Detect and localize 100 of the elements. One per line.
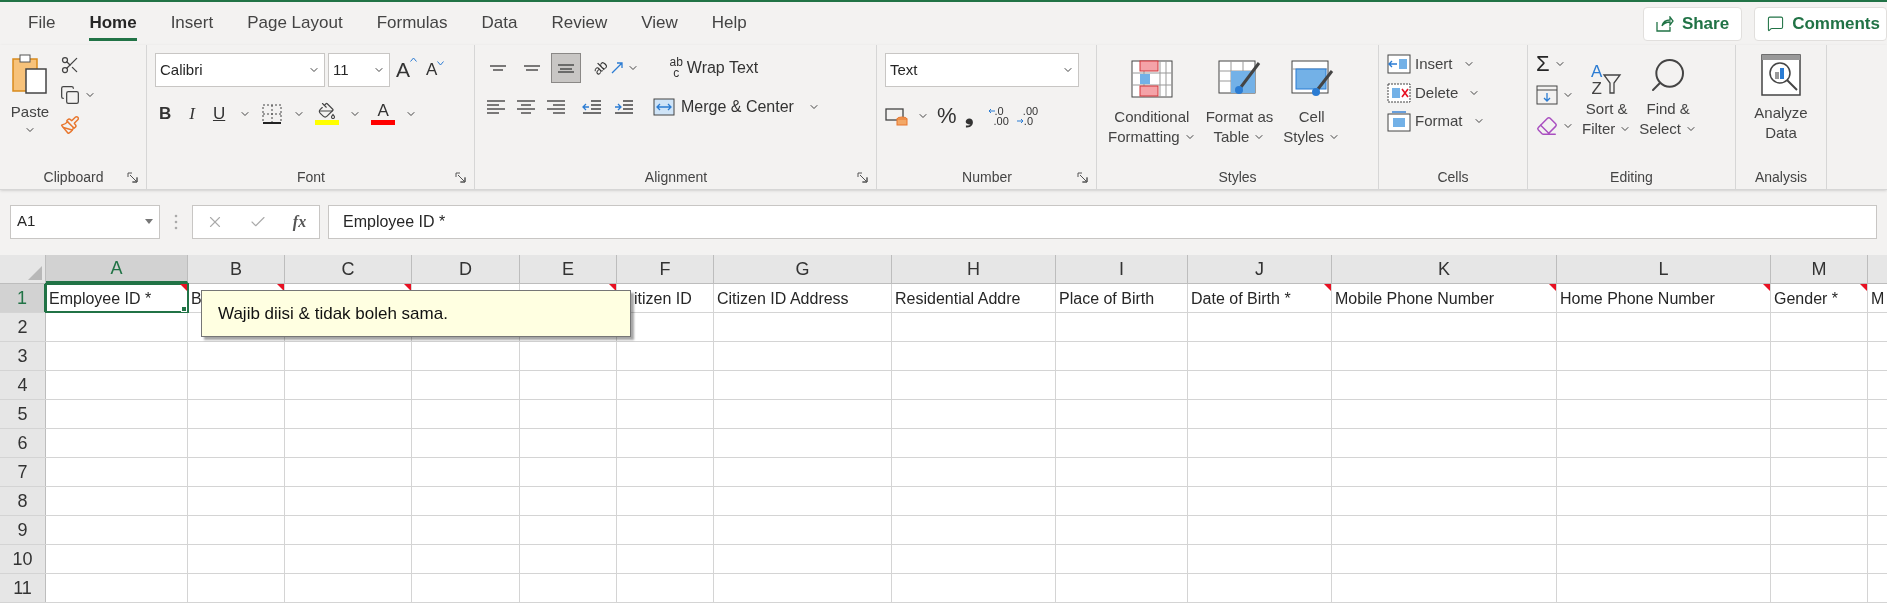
shrink-font-button[interactable]: A — [423, 57, 448, 83]
formula-field[interactable]: Employee ID * — [328, 204, 1877, 239]
styles-button[interactable]: Cell Styles — [1280, 57, 1344, 147]
vertical-align-button[interactable] — [551, 53, 581, 83]
row-header[interactable]: 4 — [0, 371, 46, 399]
column-header[interactable]: E — [520, 255, 617, 283]
number-format-field[interactable]: Text — [885, 53, 1079, 87]
row-header[interactable]: 2 — [0, 313, 46, 341]
column-header[interactable]: D — [412, 255, 520, 283]
group-label: Editing — [1610, 167, 1653, 187]
group-label: Cells — [1437, 167, 1469, 187]
table-cell-text: itizen ID — [634, 289, 692, 309]
cells-button[interactable]: Insert — [1387, 53, 1485, 76]
percent-button[interactable]: % — [937, 99, 957, 132]
column-header[interactable]: G — [714, 255, 892, 283]
borders-icon[interactable] — [261, 102, 284, 125]
column-header[interactable]: A — [46, 255, 188, 283]
clipboard-icon — [10, 53, 50, 95]
italic-button[interactable]: I — [185, 101, 199, 127]
fill-color-button[interactable] — [315, 102, 340, 126]
decrease-indent-icon[interactable] — [581, 98, 603, 116]
column-header[interactable]: F — [617, 255, 714, 283]
accounting-format-icon[interactable] — [885, 105, 909, 126]
font-color-button[interactable]: A — [371, 102, 396, 126]
analyze-data-button[interactable]: Analyze Data — [1744, 53, 1818, 143]
cells-button[interactable]: Delete — [1387, 81, 1485, 104]
column-header[interactable]: H — [892, 255, 1056, 283]
row-header[interactable]: 1 — [0, 284, 46, 312]
styles-button[interactable]: Conditional Formatting — [1105, 57, 1199, 147]
table-cell-text: B — [191, 289, 202, 309]
column-header[interactable]: J — [1188, 255, 1332, 283]
find-select-button[interactable]: Find & Select — [1639, 53, 1698, 139]
sort-filter-button[interactable]: A Z Sort & Filter — [1582, 53, 1632, 139]
conditional-formatting-icon — [1129, 57, 1174, 101]
insert-function-button[interactable]: fx — [292, 209, 307, 234]
row-header[interactable]: 7 — [0, 458, 46, 486]
table-cell-text: Citizen ID Address — [717, 289, 849, 309]
ribbon-tab[interactable]: Insert — [158, 5, 226, 42]
row-header[interactable]: 3 — [0, 342, 46, 370]
table-cell-text: Gender * — [1774, 289, 1839, 309]
comma-button[interactable]: ❟ — [964, 99, 974, 132]
ribbon-tab[interactable]: Data — [469, 5, 530, 42]
autosum-button[interactable]: Σ — [1536, 53, 1574, 75]
ribbon-tab[interactable]: Review — [539, 5, 620, 42]
bold-button[interactable]: B — [155, 101, 176, 127]
delete-cells-icon — [1387, 82, 1411, 103]
name-box[interactable]: A1 — [10, 204, 160, 239]
cells-button[interactable]: Format — [1387, 110, 1485, 133]
ribbon-tab[interactable]: Help — [699, 5, 759, 42]
table-cell-text: Home Phone Number — [1560, 289, 1715, 309]
comments-button[interactable]: Comments — [1754, 6, 1887, 41]
group-label: Number — [962, 167, 1012, 187]
dialog-launcher-icon[interactable] — [455, 171, 466, 183]
funnel-icon — [1602, 71, 1623, 97]
ribbon-tab[interactable]: Page Layout — [235, 5, 355, 42]
font-size-field[interactable]: 11 — [328, 53, 390, 87]
paste-button[interactable]: Paste — [8, 53, 52, 136]
ribbon-tab[interactable]: View — [629, 5, 690, 42]
ribbon-tab[interactable]: Formulas — [364, 5, 460, 42]
styles-button[interactable]: Format as Table — [1202, 57, 1277, 147]
row-header[interactable]: 6 — [0, 429, 46, 457]
dialog-launcher-icon[interactable] — [127, 171, 138, 183]
font-name-field[interactable]: Calibri — [155, 53, 325, 87]
up-caret-icon — [410, 57, 417, 63]
merge-center-button[interactable]: Merge & Center — [653, 95, 820, 119]
increase-indent-icon[interactable] — [613, 98, 635, 116]
eraser-icon[interactable] — [1536, 115, 1558, 137]
ribbon-tab[interactable]: Home — [77, 5, 149, 42]
align-icon — [517, 100, 535, 114]
ribbon-tab[interactable]: File — [16, 5, 68, 42]
increase-decimal-button[interactable]: .0 .00 — [987, 105, 1009, 126]
table-cell-text: M — [1871, 289, 1885, 309]
column-header[interactable]: B — [188, 255, 285, 283]
row-header[interactable]: 9 — [0, 516, 46, 544]
group-label: Analysis — [1754, 167, 1808, 187]
dialog-launcher-icon[interactable] — [1077, 171, 1088, 183]
table-cell-text: Mobile Phone Number — [1335, 289, 1495, 309]
fill-down-icon[interactable] — [1536, 85, 1558, 105]
column-header[interactable]: M — [1771, 255, 1868, 283]
row-header[interactable]: 5 — [0, 400, 46, 428]
cut-icon[interactable] — [60, 55, 80, 75]
decrease-decimal-button[interactable]: .00 .0 — [1016, 105, 1039, 126]
right-arrow-icon — [1016, 117, 1024, 124]
row-header[interactable]: 11 — [0, 574, 46, 602]
underline-button[interactable]: U — [208, 101, 230, 127]
row-header[interactable]: 10 — [0, 545, 46, 573]
share-button[interactable]: Share — [1642, 6, 1743, 41]
column-header[interactable]: C — [285, 255, 412, 283]
grow-font-button[interactable]: A — [393, 54, 420, 86]
format-painter-icon[interactable] — [60, 115, 80, 135]
dialog-launcher-icon[interactable] — [857, 171, 868, 183]
column-header[interactable]: K — [1332, 255, 1557, 283]
group-label: Clipboard — [43, 167, 104, 187]
column-header[interactable]: L — [1557, 255, 1771, 283]
orientation-button[interactable]: ab — [593, 58, 640, 78]
column-header[interactable]: I — [1056, 255, 1188, 283]
copy-icon[interactable] — [60, 85, 80, 105]
row-header[interactable]: 8 — [0, 487, 46, 515]
drag-handle-icon[interactable] — [174, 213, 178, 230]
down-caret-icon — [437, 61, 445, 67]
